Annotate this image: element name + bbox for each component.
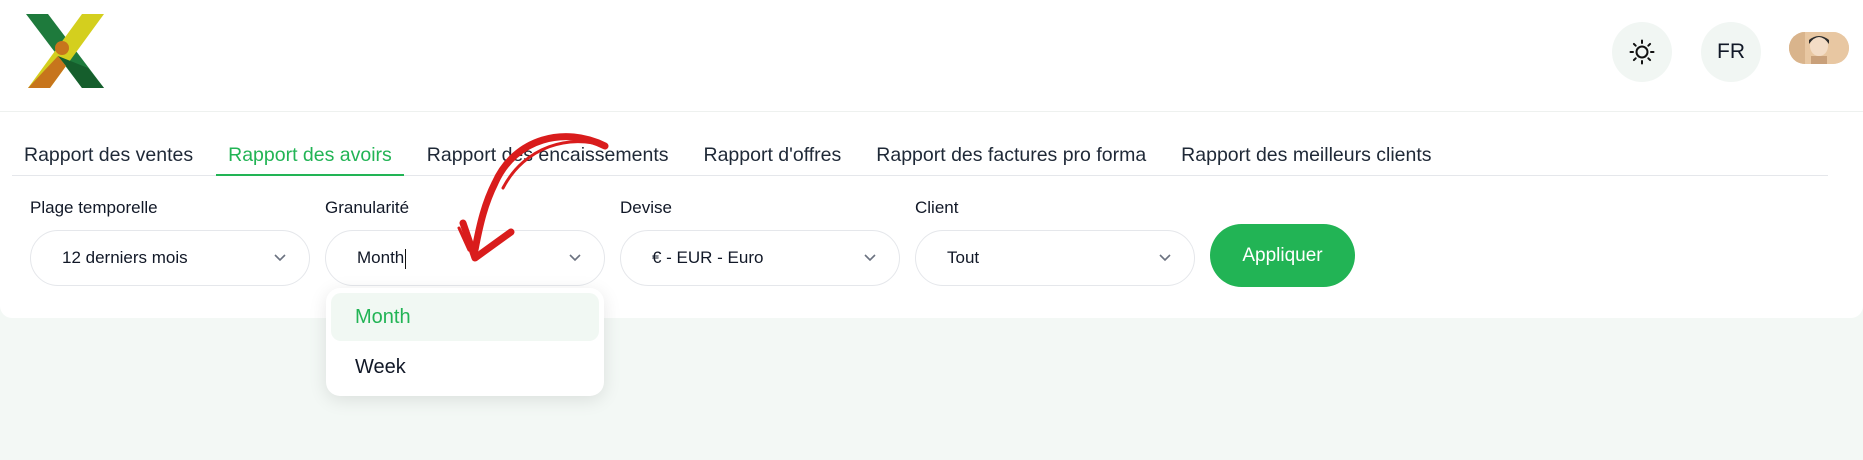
top-header: FR — [0, 0, 1863, 112]
currency-value: € - EUR - Euro — [652, 248, 764, 267]
tab-rapport-encaissements[interactable]: Rapport des encaissements — [415, 140, 681, 176]
currency-label: Devise — [620, 198, 672, 217]
granularity-dropdown: Month Week — [326, 288, 604, 396]
tab-rapport-avoirs[interactable]: Rapport des avoirs — [216, 140, 404, 176]
time-range-select[interactable]: 12 derniers mois — [30, 230, 310, 286]
tab-rapport-ventes[interactable]: Rapport des ventes — [12, 140, 205, 176]
report-filter-card: Rapport des ventes Rapport des avoirs Ra… — [0, 112, 1863, 318]
time-range-value: 12 derniers mois — [62, 248, 188, 267]
time-range-label: Plage temporelle — [30, 198, 158, 217]
client-select[interactable]: Tout — [915, 230, 1195, 286]
tab-rapport-meilleurs-clients[interactable]: Rapport des meilleurs clients — [1169, 140, 1443, 176]
app-logo-icon[interactable] — [22, 12, 108, 92]
client-value: Tout — [947, 248, 980, 267]
sun-icon — [1629, 39, 1655, 65]
granularity-option-week[interactable]: Week — [331, 343, 599, 391]
chevron-down-icon — [1158, 231, 1172, 285]
client-label: Client — [915, 198, 959, 217]
chevron-down-icon — [863, 231, 877, 285]
apply-button[interactable]: Appliquer — [1210, 224, 1355, 287]
text-caret — [405, 248, 407, 269]
granularity-option-month[interactable]: Month — [331, 293, 599, 341]
tab-rapport-factures-pro-forma[interactable]: Rapport des factures pro forma — [864, 140, 1158, 176]
granularity-value: Month — [357, 248, 405, 267]
theme-toggle-button[interactable] — [1612, 22, 1672, 82]
chevron-down-icon — [568, 231, 582, 285]
user-avatar[interactable] — [1789, 32, 1849, 64]
avatar-image-icon — [1789, 32, 1849, 64]
chevron-down-icon — [273, 231, 287, 285]
language-button[interactable]: FR — [1701, 22, 1761, 82]
report-tabs: Rapport des ventes Rapport des avoirs Ra… — [12, 140, 1828, 176]
language-label: FR — [1717, 40, 1745, 63]
currency-select[interactable]: € - EUR - Euro — [620, 230, 900, 286]
granularity-select[interactable]: Month — [325, 230, 605, 286]
tab-rapport-offres[interactable]: Rapport d'offres — [692, 140, 854, 176]
granularity-label: Granularité — [325, 198, 410, 217]
